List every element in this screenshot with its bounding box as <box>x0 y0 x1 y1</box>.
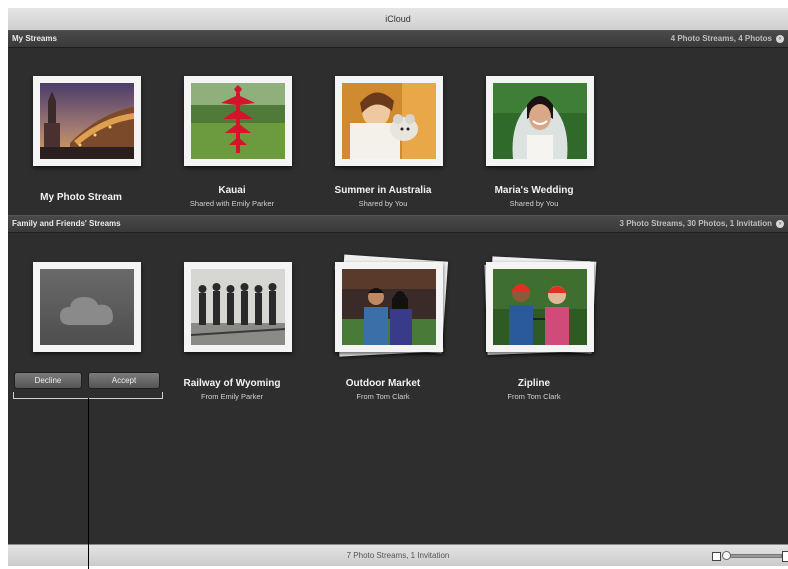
zoom-in-icon[interactable] <box>782 551 788 562</box>
friends-streams-arrow-icon[interactable]: › <box>776 220 784 228</box>
stream-tile-marias-wedding[interactable]: Maria's Wedding Shared by You <box>472 76 596 216</box>
cloud-icon <box>60 297 113 325</box>
friends-streams-summary: 3 Photo Streams, 30 Photos, 1 Invitation <box>619 219 772 228</box>
stream-subtitle: Shared with Emily Parker <box>189 199 275 208</box>
stream-subtitle: Shared by You <box>358 199 408 208</box>
zoom-slider-knob[interactable] <box>722 551 731 560</box>
my-streams-summary: 4 Photo Streams, 4 Photos <box>670 34 772 43</box>
callout-line <box>88 398 89 569</box>
plaza-photo <box>40 83 134 159</box>
stream-name: Summer in Australia <box>334 185 432 196</box>
stream-thumbnail[interactable] <box>184 76 292 166</box>
zoom-slider[interactable] <box>724 554 782 558</box>
invitation-thumbnail[interactable] <box>33 262 141 352</box>
stream-name: Railway of Wyoming <box>183 378 281 389</box>
stream-tile-zipline[interactable]: Zipline From Tom Clark <box>472 256 597 412</box>
decline-button[interactable]: Decline <box>14 372 82 389</box>
stream-thumbnail[interactable] <box>486 76 594 166</box>
icloud-window: iCloud My Streams 4 Photo Streams, 4 Pho… <box>8 8 788 566</box>
stream-subtitle: From Tom Clark <box>356 392 410 401</box>
bride-photo <box>493 83 587 159</box>
stream-name: Maria's Wedding <box>494 185 574 196</box>
stream-thumbnail[interactable] <box>335 76 443 166</box>
zoom-out-icon[interactable] <box>712 552 721 561</box>
couple-photo <box>342 269 436 345</box>
stream-tile-kauai[interactable]: Kauai Shared with Emily Parker <box>170 76 294 216</box>
stream-name: My Photo Stream <box>40 192 122 203</box>
friends-streams-title: Family and Friends' Streams <box>12 219 121 228</box>
invitation-placeholder <box>40 269 134 345</box>
status-bar: 7 Photo Streams, 1 Invitation <box>8 544 788 566</box>
stream-subtitle: Shared by You <box>509 199 559 208</box>
stream-name: Kauai <box>218 185 246 196</box>
stream-tile-outdoor-market[interactable]: Outdoor Market From Tom Clark <box>321 254 449 412</box>
stream-subtitle: From Emily Parker <box>200 392 264 401</box>
stream-name: Zipline <box>517 378 551 389</box>
zipline-couple-photo <box>493 269 587 345</box>
stream-thumbnail[interactable] <box>335 262 443 352</box>
stream-thumbnail[interactable] <box>486 262 594 352</box>
red-flower-photo <box>191 83 285 159</box>
window-title: iCloud <box>8 8 788 31</box>
stream-thumbnail[interactable] <box>184 262 292 352</box>
my-streams-arrow-icon[interactable]: › <box>776 35 784 43</box>
railway-workers-photo <box>191 269 285 345</box>
stream-thumbnail[interactable] <box>33 76 141 166</box>
stream-tile-railway-of-wyoming[interactable]: Railway of Wyoming From Emily Parker <box>170 262 294 412</box>
stream-tile-invitation: Decline Accept <box>14 262 160 412</box>
stream-tile-summer-in-australia[interactable]: Summer in Australia Shared by You <box>321 76 445 216</box>
girl-with-toy-photo <box>342 83 436 159</box>
my-streams-header: My Streams 4 Photo Streams, 4 Photos › <box>8 30 788 48</box>
friends-streams-header: Family and Friends' Streams 3 Photo Stre… <box>8 215 788 233</box>
stream-subtitle: From Tom Clark <box>507 392 561 401</box>
stream-tile-my-photo-stream[interactable]: My Photo Stream <box>19 76 143 216</box>
status-bar-text: 7 Photo Streams, 1 Invitation <box>346 551 450 560</box>
my-streams-title: My Streams <box>12 34 57 43</box>
stream-name: Outdoor Market <box>345 378 421 389</box>
accept-button[interactable]: Accept <box>88 372 160 389</box>
